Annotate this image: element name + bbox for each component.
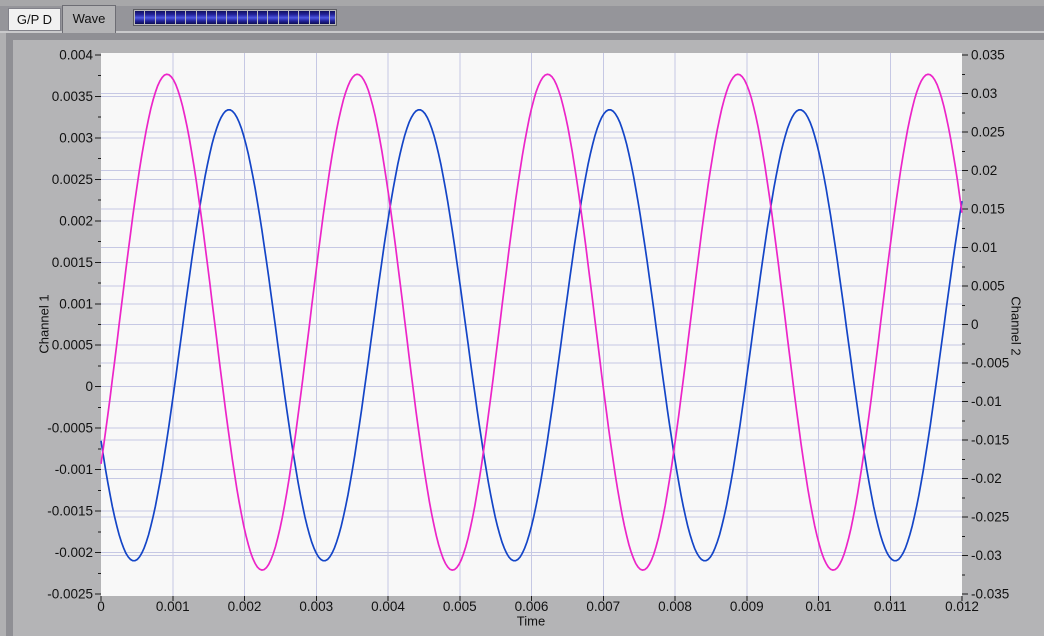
x-tick-label: 0.011	[874, 599, 907, 614]
y-axis-left-label: Channel 1	[36, 294, 52, 354]
y-right-tick-label: -0.015	[971, 433, 1009, 448]
x-tick-label: 0.007	[586, 599, 620, 614]
x-tick-label: 0.006	[515, 599, 549, 614]
progress-segment	[299, 11, 309, 24]
y-right-tick-label: -0.005	[971, 356, 1009, 371]
progress-segment	[155, 11, 165, 24]
tab-gpd-label: G/P D	[16, 12, 53, 27]
y-right-tick-label: 0.015	[971, 202, 1005, 217]
progress-segment	[237, 11, 247, 24]
x-tick-label: 0.01	[805, 599, 831, 614]
tab-wave-label: Wave	[72, 11, 106, 26]
y-right-tick-label: 0.025	[971, 125, 1005, 140]
x-tick-label: 0.001	[156, 599, 190, 614]
progress-segment	[309, 11, 319, 24]
progress-segment	[135, 11, 145, 24]
y-axis-right-label: Channel 2	[1008, 296, 1024, 356]
progress-segment	[186, 11, 196, 24]
y-left-tick-label: -0.0005	[47, 421, 93, 436]
x-tick-label: 0.008	[658, 599, 692, 614]
progress-segment	[278, 11, 288, 24]
tab-gpd[interactable]: G/P D	[8, 8, 61, 31]
y-right-tick-label: -0.025	[971, 510, 1009, 525]
progress-segment	[258, 11, 268, 24]
y-left-tick-label: 0.002	[59, 213, 93, 228]
y-right-tick-label: 0.01	[971, 240, 997, 255]
x-tick-label: 0	[97, 599, 105, 614]
progress-bar	[133, 9, 337, 26]
progress-segment	[165, 11, 176, 24]
y-left-tick-label: 0.004	[59, 48, 93, 63]
x-axis-label: Time	[516, 613, 546, 629]
y-left-tick-label: -0.0015	[47, 504, 93, 519]
waveform-graph[interactable]: 0.004 0.0035 0.003 0.0025 0.002 0.0015 0.001 0.…	[0, 0, 1044, 636]
y-right-tick-label: 0	[971, 317, 979, 332]
tab-strip-highlight	[0, 31, 1044, 33]
y-right-tick-label: 0.02	[971, 163, 997, 178]
y-right-tick-label: -0.02	[971, 471, 1002, 486]
progress-segment	[288, 11, 299, 24]
x-tick-label: 0.005	[443, 599, 477, 614]
progress-segment-partial	[330, 11, 336, 24]
y-left-tick-label: 0.0025	[52, 172, 93, 187]
y-left-tick-label: -0.001	[55, 462, 93, 477]
y-right-tick-label: -0.03	[971, 548, 1002, 563]
progress-segment	[145, 11, 155, 24]
y-right-tick-label: -0.01	[971, 394, 1002, 409]
y-left-tick-label: -0.002	[55, 545, 93, 560]
x-tick-label: 0.012	[945, 599, 979, 614]
tab-bar: G/P D Wave	[0, 0, 1044, 33]
progress-segment	[176, 11, 186, 24]
y-left-tick-label: 0.0005	[52, 338, 93, 353]
y-left-tick-label: 0.001	[59, 296, 93, 311]
y-right-tick-label: 0.005	[971, 279, 1005, 294]
y-left-tick-label: 0	[85, 379, 93, 394]
x-tick-label: 0.002	[228, 599, 262, 614]
y-right-tick-label: 0.03	[971, 86, 997, 101]
progress-segment	[319, 11, 330, 24]
tab-wave[interactable]: Wave	[62, 5, 116, 33]
progress-segment	[196, 11, 206, 24]
x-tick-label: 0.003	[299, 599, 333, 614]
y-left-tick-label: 0.0015	[52, 255, 93, 270]
y-left-tick-label: 0.0035	[52, 89, 93, 104]
y-left-tick-label: -0.0025	[47, 587, 93, 602]
y-left-tick-label: 0.003	[59, 130, 93, 145]
progress-segment	[206, 11, 217, 24]
progress-segment	[227, 11, 237, 24]
progress-segment	[217, 11, 227, 24]
y-right-tick-label: 0.035	[971, 48, 1005, 63]
progress-segment	[247, 11, 258, 24]
x-tick-label: 0.004	[371, 599, 405, 614]
x-tick-label: 0.009	[730, 599, 764, 614]
progress-segment	[268, 11, 278, 24]
